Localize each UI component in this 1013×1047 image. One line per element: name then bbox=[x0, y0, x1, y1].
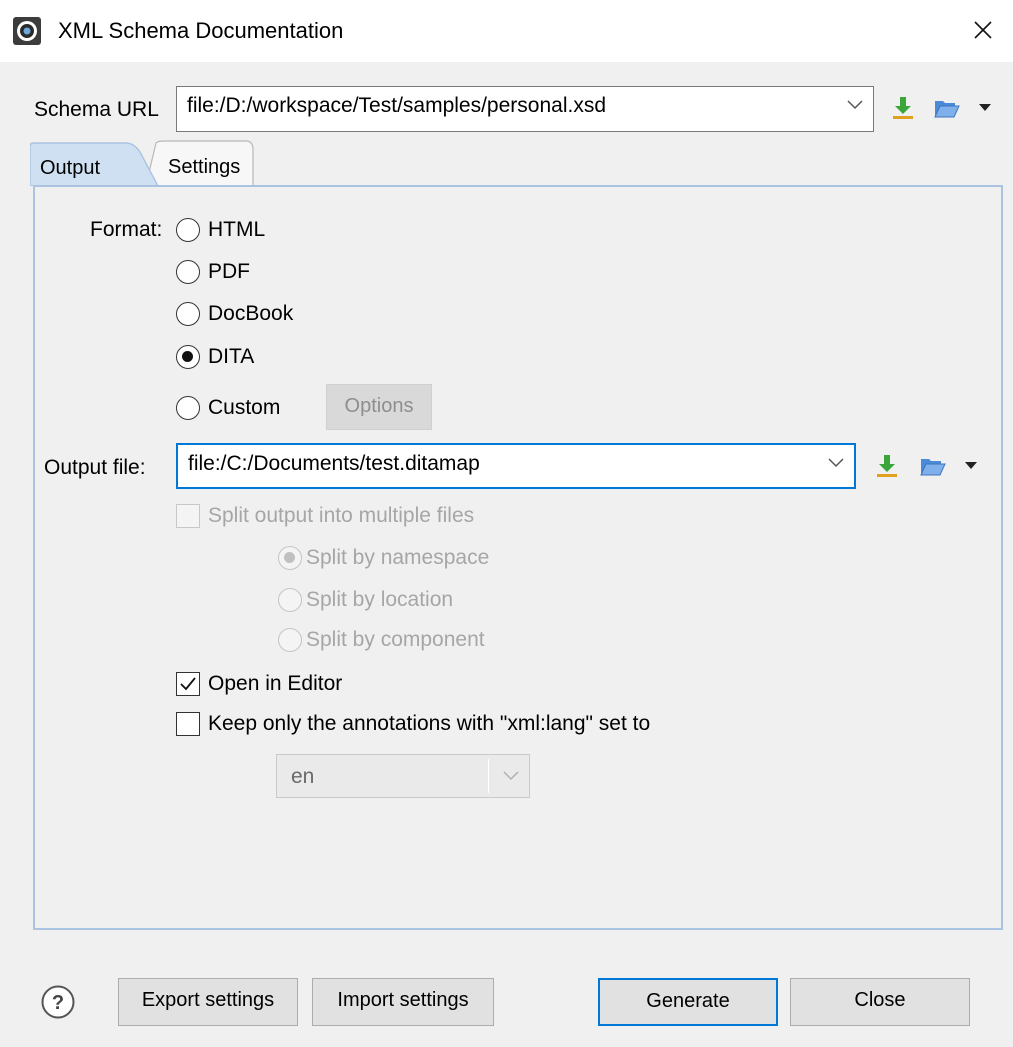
export-settings-label: Export settings bbox=[141, 989, 275, 1011]
close-button[interactable]: Close bbox=[790, 978, 970, 1026]
keep-annotations-label: Keep only the annotations with "xml:lang… bbox=[208, 712, 651, 735]
options-button-label: Options bbox=[344, 395, 414, 417]
radio-html-label: HTML bbox=[208, 218, 266, 241]
radio-docbook[interactable] bbox=[176, 302, 200, 326]
download-icon[interactable] bbox=[874, 454, 900, 478]
options-button[interactable]: Options bbox=[326, 384, 432, 430]
open-in-editor-label: Open in Editor bbox=[208, 672, 343, 695]
checkmark-icon bbox=[180, 677, 196, 691]
chevron-down-icon[interactable] bbox=[503, 770, 519, 782]
tab-settings-label: Settings bbox=[168, 156, 241, 178]
split-output-label: Split output into multiple files bbox=[208, 504, 475, 527]
schema-url-value: file:/D:/workspace/Test/samples/personal… bbox=[187, 94, 607, 117]
radio-split-component-label: Split by component bbox=[306, 628, 485, 651]
window-title: XML Schema Documentation bbox=[58, 18, 344, 43]
radio-custom[interactable] bbox=[176, 396, 200, 420]
lang-select-divider bbox=[488, 759, 489, 793]
export-settings-button[interactable]: Export settings bbox=[118, 978, 298, 1026]
svg-text:?: ? bbox=[52, 992, 64, 1014]
chevron-down-icon[interactable] bbox=[847, 99, 863, 111]
output-file-label: Output file: bbox=[44, 456, 146, 479]
radio-pdf-label: PDF bbox=[208, 260, 250, 283]
import-settings-button[interactable]: Import settings bbox=[312, 978, 494, 1026]
keep-annotations-checkbox[interactable] bbox=[176, 712, 200, 736]
chevron-down-icon[interactable] bbox=[828, 457, 844, 469]
format-label: Format: bbox=[90, 218, 163, 241]
schema-url-combo[interactable]: file:/D:/workspace/Test/samples/personal… bbox=[176, 86, 874, 132]
import-settings-label: Import settings bbox=[337, 989, 469, 1011]
open-in-editor-checkbox[interactable] bbox=[176, 672, 200, 696]
radio-split-location[interactable] bbox=[278, 588, 302, 612]
tab-output-label: Output bbox=[40, 157, 101, 179]
radio-docbook-label: DocBook bbox=[208, 302, 294, 325]
dropdown-arrow-icon[interactable] bbox=[978, 100, 992, 114]
split-output-checkbox[interactable] bbox=[176, 504, 200, 528]
radio-dita-label: DITA bbox=[208, 345, 255, 368]
dropdown-arrow-icon[interactable] bbox=[964, 458, 978, 472]
help-icon[interactable]: ? bbox=[40, 984, 76, 1020]
output-file-value: file:/C:/Documents/test.ditamap bbox=[188, 452, 480, 475]
radio-custom-label: Custom bbox=[208, 396, 281, 419]
schema-url-label: Schema URL bbox=[34, 98, 159, 121]
title-bar: XML Schema Documentation bbox=[0, 0, 1013, 62]
output-panel bbox=[33, 185, 1003, 930]
close-label: Close bbox=[854, 989, 906, 1011]
generate-label: Generate bbox=[646, 990, 730, 1012]
download-icon[interactable] bbox=[890, 96, 916, 120]
output-file-combo[interactable]: file:/C:/Documents/test.ditamap bbox=[176, 443, 856, 489]
radio-split-location-label: Split by location bbox=[306, 588, 454, 611]
generate-button[interactable]: Generate bbox=[598, 978, 778, 1026]
folder-open-icon[interactable] bbox=[920, 454, 946, 478]
lang-select[interactable]: en bbox=[276, 754, 530, 798]
radio-split-namespace-label: Split by namespace bbox=[306, 546, 490, 569]
close-icon[interactable] bbox=[963, 10, 1003, 50]
gear-icon bbox=[13, 17, 41, 45]
lang-select-value: en bbox=[291, 765, 315, 788]
radio-html[interactable] bbox=[176, 218, 200, 242]
radio-split-component[interactable] bbox=[278, 628, 302, 652]
radio-split-namespace[interactable] bbox=[278, 546, 302, 570]
folder-open-icon[interactable] bbox=[934, 96, 960, 120]
radio-pdf[interactable] bbox=[176, 260, 200, 284]
radio-dita[interactable] bbox=[176, 345, 200, 369]
